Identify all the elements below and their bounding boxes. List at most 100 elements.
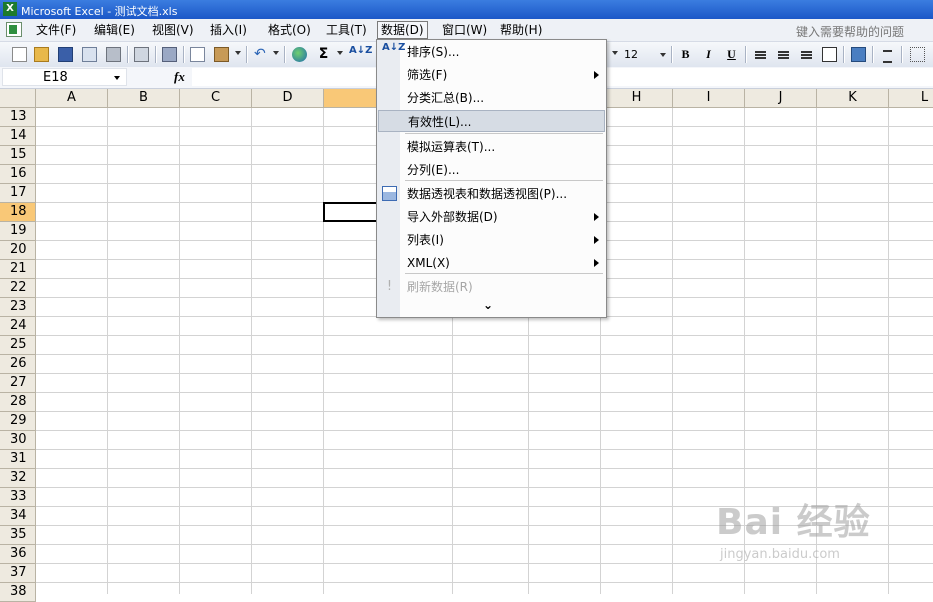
column-header-K[interactable]: K <box>817 89 889 108</box>
name-box-dropdown-icon[interactable] <box>114 76 120 80</box>
hyperlink-icon[interactable] <box>292 47 307 62</box>
row-header-38[interactable]: 38 <box>0 583 36 602</box>
column-header-J[interactable]: J <box>745 89 817 108</box>
data-menu-item-subtotals[interactable]: 分类汇总(B)... <box>378 87 605 109</box>
data-menu-item-filter[interactable]: 筛选(F) <box>378 64 605 86</box>
paste-icon[interactable] <box>214 47 229 62</box>
align-center-icon[interactable] <box>776 47 791 62</box>
merge-center-icon[interactable] <box>822 47 837 62</box>
undo-dropdown-icon[interactable] <box>273 51 279 55</box>
open-folder-icon[interactable] <box>34 47 49 62</box>
save-icon[interactable] <box>58 47 73 62</box>
menu-file[interactable]: 文件(F) <box>33 22 79 38</box>
row-header-18[interactable]: 18 <box>0 203 36 222</box>
row-header-28[interactable]: 28 <box>0 393 36 412</box>
row-header-27[interactable]: 27 <box>0 374 36 393</box>
insert-function-icon[interactable]: fx <box>174 69 185 85</box>
excel-app-icon: X <box>3 2 17 16</box>
gridline-horizontal <box>36 373 933 374</box>
bold-icon[interactable]: B <box>678 47 693 62</box>
row-header-26[interactable]: 26 <box>0 355 36 374</box>
menu-window[interactable]: 窗口(W) <box>439 22 490 38</box>
help-question-box[interactable]: 键入需要帮助的问题 <box>796 23 904 40</box>
underline-icon[interactable]: U <box>724 47 739 62</box>
menu-view[interactable]: 视图(V) <box>149 22 197 38</box>
data-menu-item-sort[interactable]: A↓Z 排序(S)... <box>378 41 605 63</box>
print-icon[interactable] <box>106 47 121 62</box>
row-header-23[interactable]: 23 <box>0 298 36 317</box>
row-header-37[interactable]: 37 <box>0 564 36 583</box>
row-header-33[interactable]: 33 <box>0 488 36 507</box>
research-icon[interactable] <box>162 47 177 62</box>
row-header-21[interactable]: 21 <box>0 260 36 279</box>
column-header-D[interactable]: D <box>252 89 324 108</box>
data-menu-item-table[interactable]: 模拟运算表(T)... <box>378 136 605 158</box>
menu-insert[interactable]: 插入(I) <box>207 22 250 38</box>
data-menu-item-xml[interactable]: XML(X) <box>378 252 605 274</box>
autosum-dropdown-icon[interactable] <box>337 51 343 55</box>
row-header-19[interactable]: 19 <box>0 222 36 241</box>
toolbar-separator <box>872 46 873 63</box>
row-header-30[interactable]: 30 <box>0 431 36 450</box>
row-header-16[interactable]: 16 <box>0 165 36 184</box>
menu-edit[interactable]: 编辑(E) <box>91 22 138 38</box>
menu-tools[interactable]: 工具(T) <box>323 22 370 38</box>
row-header-31[interactable]: 31 <box>0 450 36 469</box>
column-header-I[interactable]: I <box>673 89 745 108</box>
toolbar-separator <box>901 46 902 63</box>
row-header-13[interactable]: 13 <box>0 108 36 127</box>
row-header-29[interactable]: 29 <box>0 412 36 431</box>
data-menu-item-text-to-columns[interactable]: 分列(E)... <box>378 159 605 181</box>
toolbar-separator <box>745 46 746 63</box>
data-menu-dropdown: ⌄ A↓Z 排序(S)... 筛选(F) 分类汇总(B)... 有效性(L)... 模拟运… <box>376 39 607 318</box>
align-left-icon[interactable] <box>753 47 768 62</box>
row-header-25[interactable]: 25 <box>0 336 36 355</box>
font-dropdown-icon[interactable] <box>612 51 618 55</box>
autosum-icon[interactable]: Σ <box>316 47 331 62</box>
row-header-14[interactable]: 14 <box>0 127 36 146</box>
data-menu-item-list[interactable]: 列表(I) <box>378 229 605 251</box>
data-menu-item-import-external-data[interactable]: 导入外部数据(D) <box>378 206 605 228</box>
gridline-vertical <box>179 108 180 594</box>
menu-help[interactable]: 帮助(H) <box>497 22 545 38</box>
column-header-A[interactable]: A <box>36 89 108 108</box>
data-menu-item-validation[interactable]: 有效性(L)... <box>378 110 605 132</box>
currency-style-icon[interactable] <box>851 47 866 62</box>
name-box[interactable]: E18 <box>2 68 127 86</box>
submenu-arrow-icon <box>594 71 599 79</box>
copy-icon[interactable] <box>190 47 205 62</box>
menu-data[interactable]: 数据(D) <box>377 21 428 39</box>
align-right-icon[interactable] <box>799 47 814 62</box>
column-header-H[interactable]: H <box>601 89 673 108</box>
italic-icon[interactable]: I <box>701 47 716 62</box>
sort-ascending-icon[interactable]: A↓Z <box>349 46 372 62</box>
row-header-17[interactable]: 17 <box>0 184 36 203</box>
expand-menu-chevron-icon[interactable]: ⌄ <box>483 299 493 311</box>
print-preview-icon[interactable] <box>134 47 149 62</box>
data-menu-item-pivot-table[interactable]: 数据透视表和数据透视图(P)... <box>378 183 605 205</box>
workbook-icon[interactable] <box>6 22 22 37</box>
window-title: Microsoft Excel - 测试文档.xls <box>21 5 178 18</box>
decrease-indent-icon[interactable] <box>880 47 895 63</box>
row-header-20[interactable]: 20 <box>0 241 36 260</box>
undo-icon[interactable]: ↶ <box>254 47 269 62</box>
menu-format[interactable]: 格式(O) <box>265 22 314 38</box>
row-header-34[interactable]: 34 <box>0 507 36 526</box>
font-size-select[interactable]: 12 <box>620 47 668 62</box>
paste-dropdown-icon[interactable] <box>235 51 241 55</box>
row-header-32[interactable]: 32 <box>0 469 36 488</box>
column-header-L[interactable]: L <box>889 89 933 108</box>
row-header-15[interactable]: 15 <box>0 146 36 165</box>
column-header-C[interactable]: C <box>180 89 252 108</box>
borders-icon[interactable] <box>910 47 925 62</box>
data-menu-item-label: 刷新数据(R) <box>407 280 473 294</box>
row-header-35[interactable]: 35 <box>0 526 36 545</box>
select-all-corner[interactable] <box>0 89 36 108</box>
row-header-24[interactable]: 24 <box>0 317 36 336</box>
new-document-icon[interactable] <box>12 47 27 62</box>
gridline-vertical <box>672 108 673 594</box>
row-header-36[interactable]: 36 <box>0 545 36 564</box>
permission-icon[interactable] <box>82 47 97 62</box>
column-header-B[interactable]: B <box>108 89 180 108</box>
row-header-22[interactable]: 22 <box>0 279 36 298</box>
